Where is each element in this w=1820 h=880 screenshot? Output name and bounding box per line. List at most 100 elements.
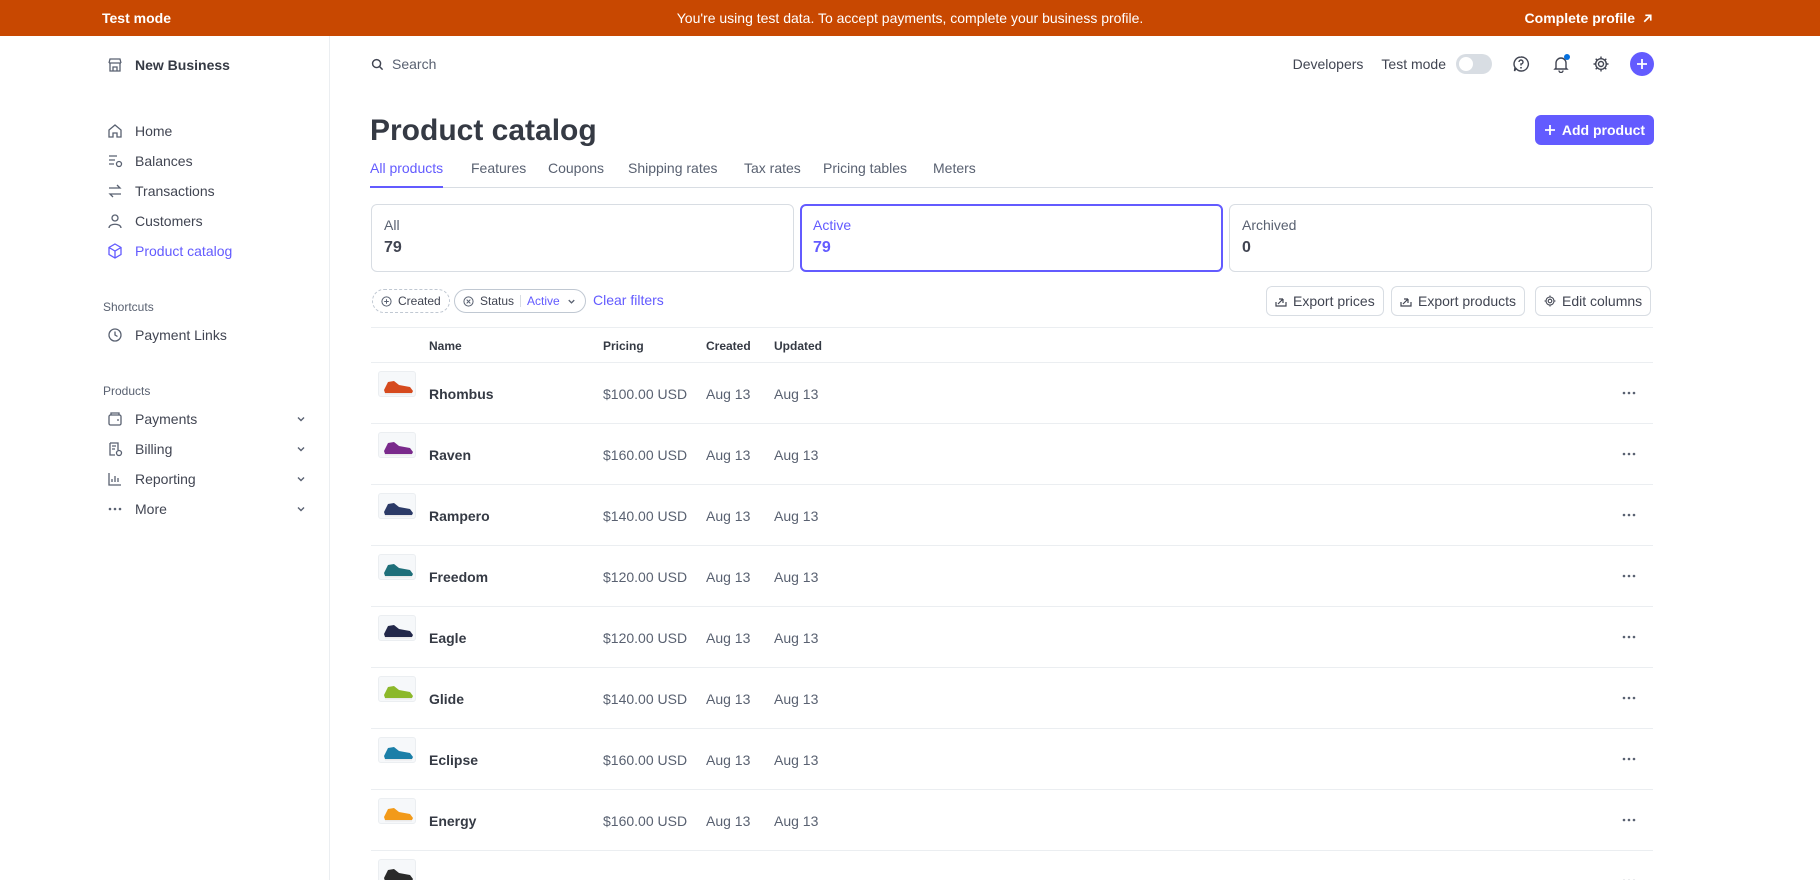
tab-shipping-rates[interactable]: Shipping rates: [628, 160, 718, 188]
transactions-icon: [108, 184, 122, 198]
table-row[interactable]: Rhombus $100.00 USD Aug 13 Aug 13: [371, 363, 1653, 424]
row-actions-button[interactable]: [1619, 568, 1639, 584]
table-row[interactable]: Eclipse $160.00 USD Aug 13 Aug 13: [371, 729, 1653, 790]
product-created-date: Aug 13: [706, 569, 751, 585]
table-header: Name Pricing Created Updated: [371, 327, 1653, 363]
create-new-button[interactable]: [1630, 52, 1654, 76]
card-count: 0: [1242, 239, 1251, 256]
sidebar-item-payment-links[interactable]: Payment Links: [107, 324, 307, 346]
table-row[interactable]: Glide $140.00 USD Aug 13 Aug 13: [371, 668, 1653, 729]
settings-button[interactable]: [1590, 53, 1612, 75]
created-filter-chip[interactable]: Created: [372, 289, 450, 313]
product-pricing: $140.00 USD: [603, 691, 688, 707]
tab-coupons[interactable]: Coupons: [548, 160, 604, 188]
sidebar: New Business Home Balances Transactions …: [0, 36, 330, 880]
search-placeholder: Search: [392, 56, 437, 72]
filter-card-all[interactable]: All 79: [371, 204, 794, 272]
shoe-image-icon: [384, 564, 413, 578]
clock-icon: [108, 328, 122, 342]
product-name: Rampero: [429, 508, 490, 524]
add-product-button[interactable]: Add product: [1535, 115, 1654, 145]
sidebar-item-label: Customers: [135, 213, 203, 229]
sidebar-item-balances[interactable]: Balances: [107, 150, 307, 172]
row-actions-button[interactable]: [1619, 873, 1639, 880]
row-actions-button[interactable]: [1619, 446, 1639, 462]
row-actions-button[interactable]: [1619, 629, 1639, 645]
test-mode-label: Test mode: [1381, 56, 1446, 72]
column-pricing-header[interactable]: Pricing: [603, 339, 644, 353]
product-pricing: $140.00 USD: [603, 508, 688, 524]
balances-icon: [109, 155, 123, 168]
tab-meters[interactable]: Meters: [933, 160, 976, 188]
help-icon: [1513, 56, 1530, 72]
complete-profile-link[interactable]: Complete profile: [1525, 10, 1654, 26]
search-input[interactable]: Search: [371, 56, 436, 72]
sidebar-item-label: Billing: [135, 441, 173, 457]
column-name-header[interactable]: Name: [429, 339, 462, 353]
tab-pricing-tables[interactable]: Pricing tables: [823, 160, 907, 188]
chevron-down-icon: [297, 477, 305, 482]
sidebar-item-home[interactable]: Home: [107, 120, 307, 142]
card-label: All: [384, 217, 400, 233]
store-icon: [108, 58, 122, 72]
table-row[interactable]: Freedom $120.00 USD Aug 13 Aug 13: [371, 546, 1653, 607]
product-created-date: Aug 13: [706, 386, 751, 402]
product-thumbnail: [378, 676, 416, 702]
product-pricing: $160.00 USD: [603, 447, 688, 463]
remove-filter-icon[interactable]: [463, 295, 474, 307]
product-updated-date: Aug 13: [774, 447, 819, 463]
export-prices-button[interactable]: Export prices: [1266, 286, 1384, 316]
product-created-date: Aug 13: [706, 752, 751, 768]
row-actions-button[interactable]: [1619, 385, 1639, 401]
product-pricing: $120.00 USD: [603, 630, 688, 646]
tab-tax-rates[interactable]: Tax rates: [744, 160, 801, 188]
shoe-image-icon: [384, 625, 413, 639]
sidebar-item-reporting[interactable]: Reporting: [107, 468, 307, 490]
product-thumbnail: [378, 493, 416, 519]
clear-filters-link[interactable]: Clear filters: [593, 292, 664, 308]
business-switcher[interactable]: New Business: [107, 57, 230, 73]
more-horizontal-icon: [1622, 513, 1636, 517]
table-row[interactable]: Rampero $140.00 USD Aug 13 Aug 13: [371, 485, 1653, 546]
sidebar-item-customers[interactable]: Customers: [107, 210, 307, 232]
row-actions-button[interactable]: [1619, 751, 1639, 767]
product-pricing: $160.00 USD: [603, 813, 688, 829]
row-actions-button[interactable]: [1619, 690, 1639, 706]
tab-features[interactable]: Features: [471, 160, 526, 188]
shoe-image-icon: [384, 869, 413, 880]
filter-card-archived[interactable]: Archived 0: [1229, 204, 1652, 272]
shoe-image-icon: [384, 503, 413, 517]
row-actions-button[interactable]: [1619, 507, 1639, 523]
shoe-image-icon: [384, 747, 413, 761]
test-mode-toggle[interactable]: [1456, 54, 1492, 74]
more-horizontal-icon: [1622, 757, 1636, 761]
sidebar-item-transactions[interactable]: Transactions: [107, 180, 307, 202]
table-row[interactable]: Energy $160.00 USD Aug 13 Aug 13: [371, 790, 1653, 851]
sidebar-item-label: Reporting: [135, 471, 196, 487]
edit-columns-button[interactable]: Edit columns: [1535, 286, 1652, 316]
tab-all-products[interactable]: All products: [370, 160, 444, 188]
table-row[interactable]: Raven $160.00 USD Aug 13 Aug 13: [371, 424, 1653, 485]
sidebar-item-more[interactable]: More: [107, 498, 307, 520]
product-name: Raven: [429, 447, 472, 463]
sidebar-item-payments[interactable]: Payments: [107, 408, 307, 430]
filter-card-active[interactable]: Active 79: [800, 204, 1223, 272]
payments-icon: [108, 412, 122, 426]
chevron-down-icon: [297, 417, 305, 422]
banner-test-mode-label: Test mode: [102, 10, 171, 26]
table-row[interactable]: Eagle $120.00 USD Aug 13 Aug 13: [371, 607, 1653, 668]
help-button[interactable]: [1510, 53, 1532, 75]
export-products-button[interactable]: Export products: [1391, 286, 1526, 316]
column-updated-header[interactable]: Updated: [774, 339, 822, 353]
column-created-header[interactable]: Created: [706, 339, 751, 353]
sidebar-item-billing[interactable]: Billing: [107, 438, 307, 460]
developers-link[interactable]: Developers: [1293, 56, 1364, 72]
notifications-button[interactable]: [1550, 53, 1572, 75]
status-filter-chip[interactable]: Status Active: [454, 289, 586, 313]
shoe-image-icon: [384, 442, 413, 456]
sidebar-item-product-catalog[interactable]: Product catalog: [107, 240, 307, 262]
table-row[interactable]: [371, 851, 1653, 880]
add-product-label: Add product: [1561, 122, 1646, 138]
row-actions-button[interactable]: [1619, 812, 1639, 828]
more-horizontal-icon: [1622, 391, 1636, 395]
